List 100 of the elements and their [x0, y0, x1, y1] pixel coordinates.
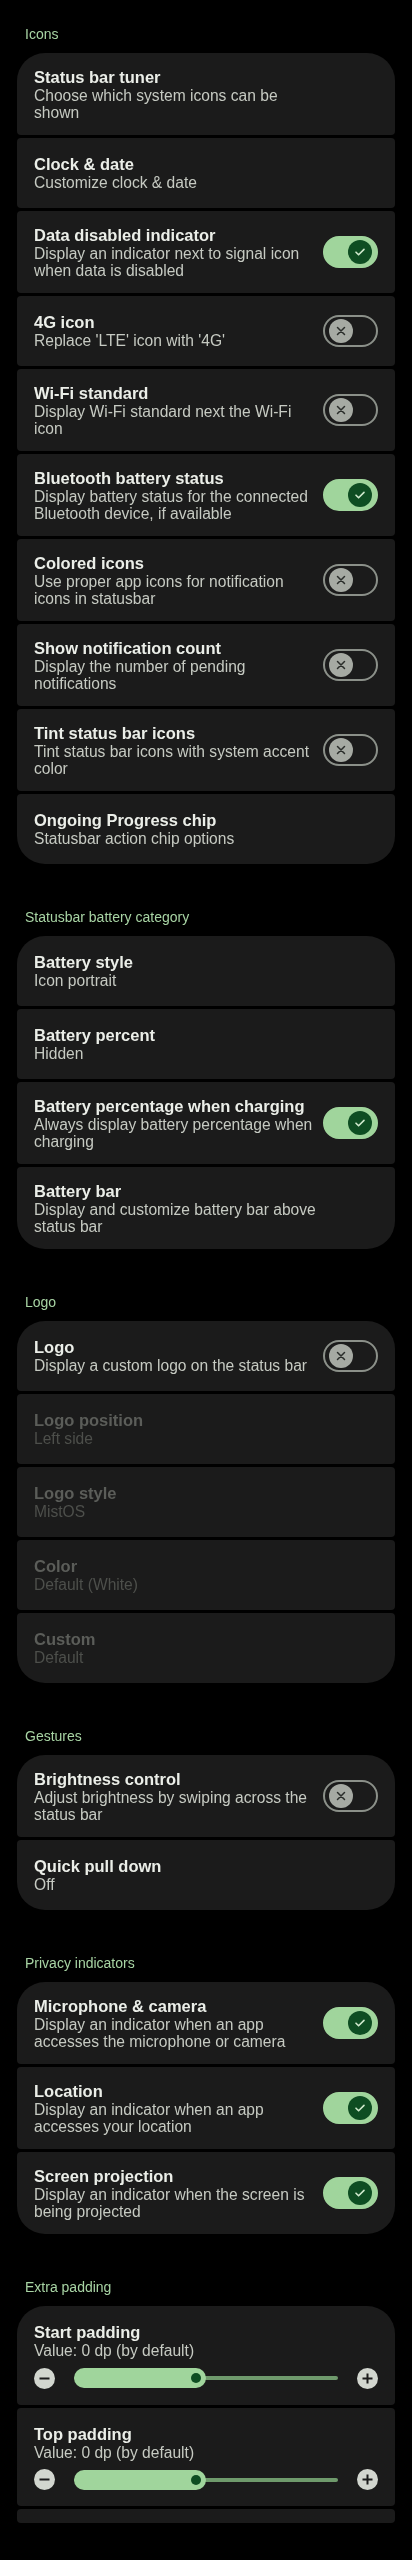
setting-title: Start padding: [34, 2322, 141, 2343]
setting-summary: Adjust brightness by swiping across the status bar: [34, 1790, 309, 1823]
setting-title: Battery style: [34, 952, 134, 974]
slider-setting-card[interactable]: Top padding Value: 0 dp (by default): [17, 2407, 395, 2506]
setting-summary: Use proper app icons for notification icons in statusbar: [34, 574, 285, 607]
toggle-switch[interactable]: [323, 2092, 378, 2124]
slider-thumb[interactable]: [191, 2474, 201, 2485]
setting-title: Status bar tuner: [34, 67, 161, 88]
settings-item[interactable]: Wi-Fi standard Display Wi-Fi standard next the Wi-Fi icon: [17, 369, 395, 451]
slider-track[interactable]: [74, 2368, 338, 2388]
toggle-switch[interactable]: [323, 2177, 378, 2209]
plus-icon[interactable]: [357, 2469, 378, 2490]
setting-title: 4G icon: [34, 312, 95, 334]
setting-title: Microphone & camera: [34, 1996, 207, 2017]
setting-summary: Display an indicator when the screen is being projected: [34, 2187, 306, 2220]
toggle-switch[interactable]: [323, 479, 378, 511]
cross-icon: [329, 653, 353, 677]
settings-item[interactable]: Brightness control Adjust brightness by swiping across the status bar: [17, 1755, 395, 1837]
check-icon: [348, 1111, 372, 1135]
setting-title: Ongoing Progress chip: [34, 810, 217, 832]
setting-summary: Display an indicator when an app accesses your location: [34, 2102, 265, 2135]
settings-item[interactable]: Microphone & camera Display an indicator when an app accesses the microphone or camera: [17, 1982, 395, 2064]
settings-item[interactable]: Screen projection Display an indicator when the screen is being projected: [17, 2152, 395, 2234]
toggle-switch[interactable]: [323, 1340, 378, 1372]
cross-icon: [329, 1784, 353, 1808]
settings-item[interactable]: Colored icons Use proper app icons for notification icons in statusbar: [17, 539, 395, 621]
setting-title: Tint status bar icons: [34, 723, 196, 744]
setting-title: Screen projection: [34, 2166, 174, 2187]
section-header: Gestures: [24, 1727, 82, 1746]
setting-title: Battery percentage when charging: [34, 1096, 305, 1117]
settings-item[interactable]: Show notification count Display the number of pending notifications: [17, 624, 395, 706]
minus-icon[interactable]: [34, 2469, 55, 2490]
setting-title: Colored icons: [34, 553, 144, 574]
check-icon: [348, 240, 372, 264]
setting-summary: Hidden: [34, 1046, 84, 1063]
setting-title: Clock & date: [34, 154, 134, 176]
setting-summary: Replace 'LTE' icon with '4G': [34, 333, 226, 350]
toggle-switch[interactable]: [323, 236, 378, 268]
setting-summary: Value: 0 dp (by default): [34, 2444, 195, 2461]
setting-title: Color: [34, 1556, 78, 1578]
settings-item[interactable]: Logo Display a custom logo on the status bar: [17, 1321, 395, 1391]
setting-summary: Statusbar action chip options: [34, 831, 235, 848]
section-header: Logo: [24, 1293, 57, 1312]
minus-icon[interactable]: [34, 2367, 55, 2389]
settings-item[interactable]: Bluetooth battery status Display battery status for the connected Bluetooth device, if available: [17, 454, 395, 536]
settings-item[interactable]: Clock & date Customize clock & date: [17, 138, 395, 208]
settings-item[interactable]: Status bar tuner Choose which system icons can be shown: [17, 53, 395, 135]
setting-title: Bluetooth battery status: [34, 468, 224, 489]
settings-item[interactable]: Data disabled indicator Display an indicator next to signal icon when data is disabled: [17, 211, 395, 293]
check-icon: [348, 2096, 372, 2120]
setting-title: Logo position: [34, 1410, 144, 1432]
settings-item[interactable]: Battery style Icon portrait: [17, 936, 395, 1006]
toggle-switch[interactable]: [323, 564, 378, 596]
toggle-switch[interactable]: [323, 649, 378, 681]
setting-summary: Display an indicator when an app accesses the microphone or camera: [34, 2017, 287, 2050]
toggle-switch[interactable]: [323, 2007, 378, 2039]
setting-summary: Off: [34, 1877, 55, 1894]
plus-icon[interactable]: [357, 2367, 378, 2389]
slider-setting-card[interactable]: Start padding Value: 0 dp (by default): [17, 2306, 395, 2405]
toggle-switch[interactable]: [323, 315, 378, 347]
settings-item[interactable]: Location Display an indicator when an app accesses your location: [17, 2067, 395, 2149]
toggle-switch[interactable]: [323, 1780, 378, 1812]
cross-icon: [329, 319, 353, 343]
setting-title: Wi-Fi standard: [34, 383, 149, 404]
setting-summary: Value: 0 dp (by default): [34, 2343, 195, 2360]
setting-summary: Display and customize battery bar above status bar: [34, 1202, 316, 1235]
check-icon: [348, 2011, 372, 2035]
settings-item[interactable]: Battery percent Hidden: [17, 1009, 395, 1079]
cross-icon: [329, 738, 353, 762]
setting-summary: Display a custom logo on the status bar: [34, 1358, 308, 1375]
setting-summary: Customize clock & date: [34, 175, 197, 192]
setting-title: Battery percent: [34, 1025, 156, 1047]
setting-title: Data disabled indicator: [34, 225, 216, 246]
toggle-switch[interactable]: [323, 734, 378, 766]
setting-summary: Display battery status for the connected Bluetooth device, if available: [34, 489, 309, 522]
toggle-switch[interactable]: [323, 394, 378, 426]
setting-title: Brightness control: [34, 1769, 181, 1790]
settings-item[interactable]: Ongoing Progress chip Statusbar action chip options: [17, 794, 395, 864]
cross-icon: [329, 568, 353, 592]
settings-item[interactable]: Battery bar Display and customize battery bar above status bar: [17, 1167, 395, 1249]
check-icon: [348, 483, 372, 507]
setting-title: Logo: [34, 1337, 75, 1359]
setting-summary: Always display battery percentage when charging: [34, 1117, 314, 1150]
setting-summary: Display Wi-Fi standard next the Wi-Fi icon: [34, 404, 293, 437]
setting-title: Logo style: [34, 1483, 117, 1505]
section-header: Statusbar battery category: [24, 908, 190, 927]
setting-title: Top padding: [34, 2423, 132, 2445]
settings-item[interactable]: Tint status bar icons Tint status bar icons with system accent color: [17, 709, 395, 791]
settings-item[interactable]: Quick pull down Off: [17, 1840, 395, 1910]
setting-summary: Icon portrait: [34, 973, 117, 990]
settings-item[interactable]: Battery percentage when charging Always display battery percentage when charging: [17, 1082, 395, 1164]
slider-track[interactable]: [74, 2469, 338, 2490]
cross-icon: [329, 1344, 353, 1368]
slider-thumb[interactable]: [191, 2373, 201, 2383]
settings-item[interactable]: 4G icon Replace 'LTE' icon with '4G': [17, 296, 395, 366]
cross-icon: [329, 398, 353, 422]
check-icon: [348, 2181, 372, 2205]
toggle-switch[interactable]: [323, 1107, 378, 1139]
section-header: Privacy indicators: [24, 1954, 135, 1973]
setting-title: Quick pull down: [34, 1856, 162, 1878]
